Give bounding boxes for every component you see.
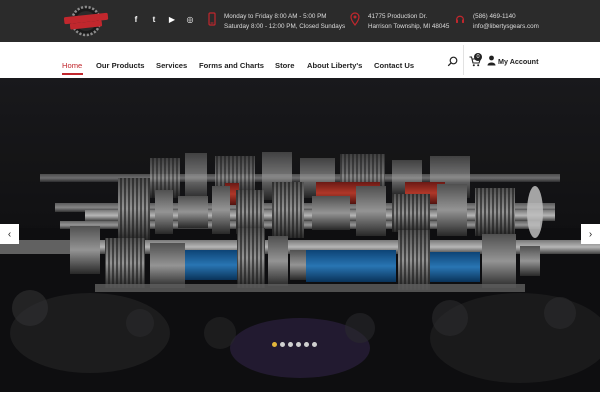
hours-info: Monday to Friday 8:00 AM - 5:00 PM Satur… xyxy=(224,12,345,31)
slider-dot[interactable] xyxy=(280,342,285,347)
nav-item-services[interactable]: Services xyxy=(156,61,187,70)
email-address[interactable]: info@libertysgears.com xyxy=(473,22,539,32)
twitter-icon[interactable]: t xyxy=(149,14,159,24)
nav-item-contact-us[interactable]: Contact Us xyxy=(374,61,414,70)
nav-item-home[interactable]: Home xyxy=(62,61,82,70)
nav-divider xyxy=(463,45,464,75)
cart-count-badge: 0 xyxy=(474,53,482,61)
clock-icon xyxy=(208,12,216,26)
headset-icon xyxy=(455,15,465,23)
phone-number[interactable]: (586) 469-1140 xyxy=(473,12,539,22)
logo[interactable] xyxy=(62,5,110,37)
search-icon[interactable] xyxy=(447,56,458,67)
slider-dot[interactable] xyxy=(304,342,309,347)
youtube-icon[interactable]: ▶ xyxy=(167,14,177,24)
phone-email-info: (586) 469-1140 info@libertysgears.com xyxy=(473,12,539,31)
instagram-icon[interactable]: ◎ xyxy=(185,14,195,24)
nav-active-indicator xyxy=(62,73,83,75)
hours-line-1: Monday to Friday 8:00 AM - 5:00 PM xyxy=(224,13,327,20)
facebook-icon[interactable]: f xyxy=(131,14,141,24)
my-account-link[interactable]: My Account xyxy=(498,57,538,66)
location-pin-icon xyxy=(350,12,360,26)
slider-prev-button[interactable]: ‹ xyxy=(0,224,19,244)
address-info: 41775 Production Dr. Harrison Township, … xyxy=(368,12,449,31)
slider-next-button[interactable]: › xyxy=(581,224,600,244)
address-line-1: 41775 Production Dr. xyxy=(368,13,428,20)
nav-item-our-products[interactable]: Our Products xyxy=(96,61,145,70)
slider-dot[interactable] xyxy=(312,342,317,347)
nav-item-about[interactable]: About Liberty's xyxy=(307,61,362,70)
slider-dot[interactable] xyxy=(288,342,293,347)
user-icon[interactable] xyxy=(487,55,496,66)
slider-dot[interactable] xyxy=(272,342,277,347)
nav-item-forms-and-charts[interactable]: Forms and Charts xyxy=(199,61,264,70)
slider-dot[interactable] xyxy=(296,342,301,347)
address-line-2: Harrison Township, MI 48045 xyxy=(368,22,450,30)
nav-item-store[interactable]: Store xyxy=(275,61,294,70)
hours-line-2: Saturday 8:00 - 12:00 PM, Closed Sundays xyxy=(224,22,346,30)
slider-pagination xyxy=(272,342,317,347)
